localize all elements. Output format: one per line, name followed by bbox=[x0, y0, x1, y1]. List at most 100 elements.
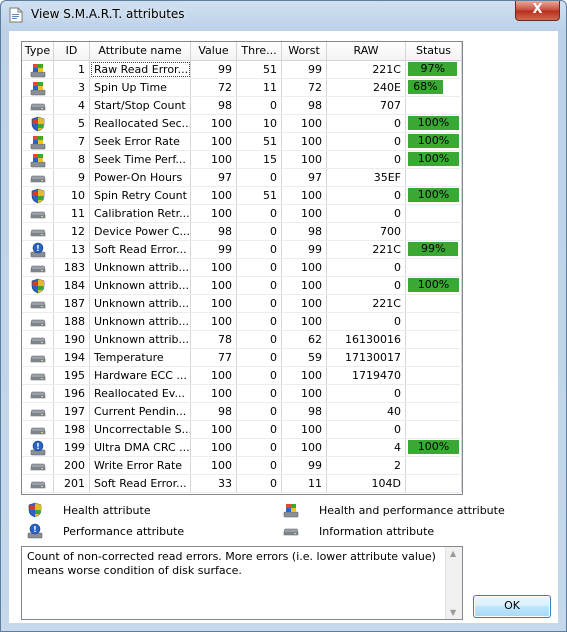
threshold-cell: 51 bbox=[237, 187, 282, 204]
threshold-cell: 0 bbox=[237, 403, 282, 420]
threshold-cell: 0 bbox=[237, 439, 282, 456]
table-row[interactable]: 1 Raw Read Error... 99 51 99 221C 97% bbox=[22, 61, 462, 79]
close-button[interactable]: X bbox=[515, 1, 560, 21]
raw-cell: 16130016 bbox=[327, 331, 406, 348]
table-row[interactable]: 10 Spin Retry Count 100 51 100 0 100% bbox=[22, 187, 462, 205]
status-bar: 99% bbox=[408, 242, 459, 256]
attribute-name-cell: Seek Time Perf... bbox=[90, 151, 191, 168]
column-header-value[interactable]: Value bbox=[191, 42, 237, 60]
table-row[interactable]: 198 Uncorrectable S... 100 0 100 0 bbox=[22, 421, 462, 439]
table-row[interactable]: 9 Power-On Hours 97 0 97 35EF bbox=[22, 169, 462, 187]
grid-header: Type ID Attribute name Value Thre... Wor… bbox=[22, 42, 462, 61]
status-cell: 100% bbox=[406, 151, 462, 168]
table-row[interactable]: ! 199 Ultra DMA CRC ... 100 0 100 4 100% bbox=[22, 439, 462, 457]
worst-cell: 100 bbox=[282, 367, 327, 384]
status-cell bbox=[406, 295, 462, 312]
table-row[interactable]: 7 Seek Error Rate 100 51 100 0 100% bbox=[22, 133, 462, 151]
shield-icon bbox=[31, 116, 45, 132]
table-row[interactable]: 12 Device Power C... 98 0 98 700 bbox=[22, 223, 462, 241]
raw-cell: 40 bbox=[327, 403, 406, 420]
scroll-up-icon[interactable]: ▲ bbox=[450, 549, 456, 558]
worst-cell: 72 bbox=[282, 79, 327, 96]
raw-cell: 1719470 bbox=[327, 367, 406, 384]
windows-flag-disk-icon bbox=[281, 501, 301, 519]
value-cell: 100 bbox=[191, 205, 237, 222]
column-header-raw[interactable]: RAW bbox=[327, 42, 406, 60]
table-row[interactable]: 188 Unknown attrib... 100 0 100 0 bbox=[22, 313, 462, 331]
svg-text:!: ! bbox=[36, 442, 40, 451]
table-row[interactable]: 194 Temperature 77 0 59 17130017 bbox=[22, 349, 462, 367]
shield-icon bbox=[25, 501, 45, 519]
raw-cell: 221C bbox=[327, 241, 406, 258]
table-row[interactable]: 5 Reallocated Sec... 100 10 100 0 100% bbox=[22, 115, 462, 133]
id-cell: 195 bbox=[54, 367, 90, 384]
column-header-attribute-name[interactable]: Attribute name bbox=[90, 42, 191, 60]
id-cell: 1 bbox=[54, 61, 90, 78]
status-cell: 100% bbox=[406, 133, 462, 150]
worst-cell: 98 bbox=[282, 97, 327, 114]
threshold-cell: 0 bbox=[237, 277, 282, 294]
status-cell bbox=[406, 367, 462, 384]
raw-cell: 707 bbox=[327, 97, 406, 114]
attribute-name-cell: Reallocated Sec... bbox=[90, 115, 191, 132]
windows-flag-disk-icon bbox=[30, 134, 46, 150]
value-cell: 100 bbox=[191, 151, 237, 168]
id-cell: 183 bbox=[54, 259, 90, 276]
raw-cell: 0 bbox=[327, 277, 406, 294]
column-header-id[interactable]: ID bbox=[54, 42, 90, 60]
status-bar: 100% bbox=[408, 188, 459, 202]
svg-text:!: ! bbox=[33, 525, 37, 534]
scroll-down-icon[interactable]: ▼ bbox=[450, 608, 456, 617]
table-row[interactable]: 201 Soft Read Error... 33 0 11 104D bbox=[22, 475, 462, 493]
value-cell: 78 bbox=[191, 331, 237, 348]
value-cell: 100 bbox=[191, 439, 237, 456]
column-header-worst[interactable]: Worst bbox=[282, 42, 327, 60]
attribute-description-box[interactable]: Count of non-corrected read errors. More… bbox=[21, 546, 463, 620]
id-cell: 201 bbox=[54, 475, 90, 492]
table-row[interactable]: 196 Reallocated Ev... 100 0 100 0 bbox=[22, 385, 462, 403]
shield-icon bbox=[31, 278, 45, 294]
title-bar[interactable]: View S.M.A.R.T. attributes X bbox=[1, 1, 566, 29]
table-row[interactable]: 11 Calibration Retr... 100 0 100 0 bbox=[22, 205, 462, 223]
legend-information: Information attribute bbox=[281, 522, 434, 540]
table-row[interactable]: 8 Seek Time Perf... 100 15 100 0 100% bbox=[22, 151, 462, 169]
column-header-threshold[interactable]: Thre... bbox=[237, 42, 282, 60]
description-scrollbar[interactable]: ▲ ▼ bbox=[445, 547, 462, 619]
table-row[interactable]: 200 Write Error Rate 100 0 99 2 bbox=[22, 457, 462, 475]
status-cell bbox=[406, 421, 462, 438]
type-cell bbox=[22, 61, 54, 78]
disk-icon bbox=[30, 315, 46, 329]
table-row[interactable]: 3 Spin Up Time 72 11 72 240E 68% bbox=[22, 79, 462, 97]
ok-button[interactable]: OK bbox=[473, 595, 551, 618]
column-header-type[interactable]: Type bbox=[22, 42, 54, 60]
attribute-name-cell: Unknown attrib... bbox=[90, 295, 191, 312]
threshold-cell: 0 bbox=[237, 475, 282, 492]
attribute-name-cell: Temperature bbox=[90, 349, 191, 366]
column-header-status[interactable]: Status bbox=[406, 42, 462, 60]
table-row[interactable]: 183 Unknown attrib... 100 0 100 0 bbox=[22, 259, 462, 277]
worst-cell: 99 bbox=[282, 457, 327, 474]
raw-cell: 35EF bbox=[327, 169, 406, 186]
disk-icon bbox=[30, 405, 46, 419]
worst-cell: 11 bbox=[282, 475, 327, 492]
id-cell: 4 bbox=[54, 97, 90, 114]
gauge-disk-icon: ! bbox=[30, 242, 46, 258]
legend-health-performance: Health and performance attribute bbox=[281, 501, 505, 519]
status-cell bbox=[406, 97, 462, 114]
value-cell: 100 bbox=[191, 133, 237, 150]
table-row[interactable]: 197 Current Pendin... 98 0 98 40 bbox=[22, 403, 462, 421]
smart-attributes-grid[interactable]: Type ID Attribute name Value Thre... Wor… bbox=[21, 41, 463, 495]
table-row[interactable]: 4 Start/Stop Count 98 0 98 707 bbox=[22, 97, 462, 115]
raw-cell: 4 bbox=[327, 439, 406, 456]
table-row[interactable]: 184 Unknown attrib... 100 0 100 0 100% bbox=[22, 277, 462, 295]
table-row[interactable]: ! 13 Soft Read Error... 99 0 99 221C 99% bbox=[22, 241, 462, 259]
table-row[interactable]: 187 Unknown attrib... 100 0 100 221C bbox=[22, 295, 462, 313]
attribute-name-cell: Power-On Hours bbox=[90, 169, 191, 186]
id-cell: 200 bbox=[54, 457, 90, 474]
threshold-cell: 0 bbox=[237, 457, 282, 474]
table-row[interactable]: 190 Unknown attrib... 78 0 62 16130016 bbox=[22, 331, 462, 349]
id-cell: 5 bbox=[54, 115, 90, 132]
table-row[interactable]: 195 Hardware ECC ... 100 0 100 1719470 bbox=[22, 367, 462, 385]
worst-cell: 98 bbox=[282, 223, 327, 240]
status-cell bbox=[406, 331, 462, 348]
